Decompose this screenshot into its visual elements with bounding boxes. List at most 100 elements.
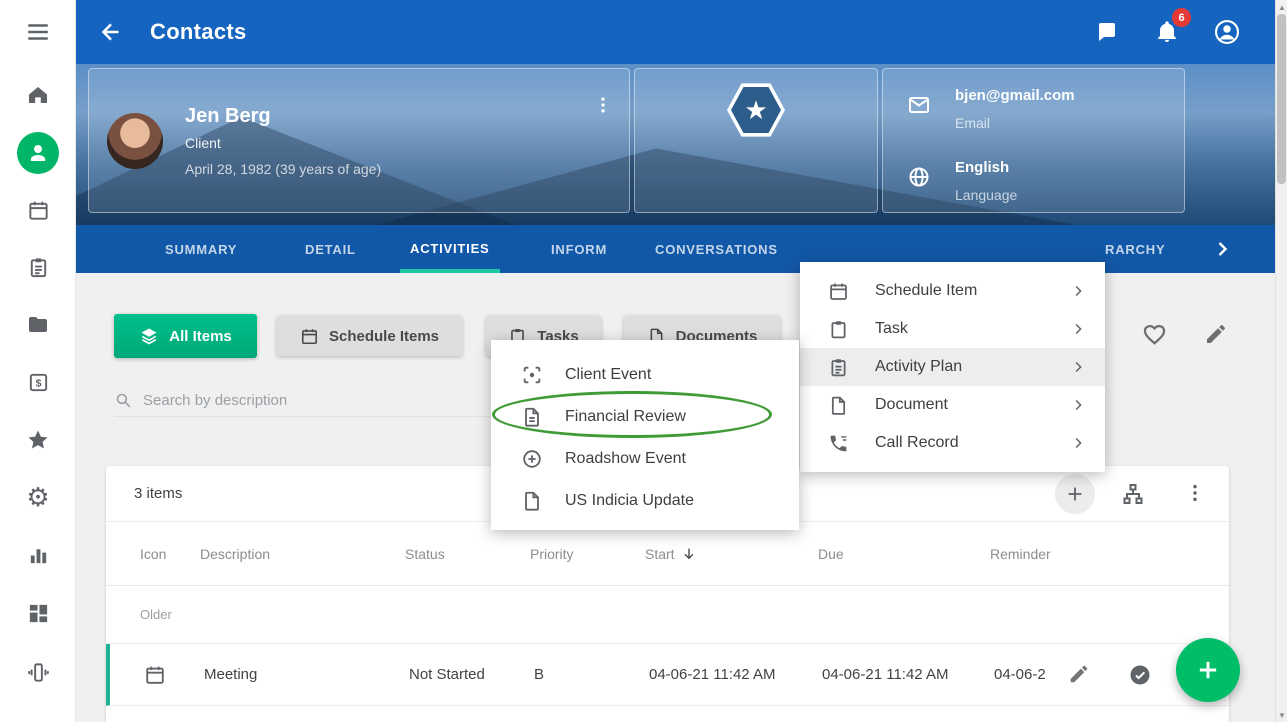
filter-schedule-items-button[interactable]: Schedule Items: [277, 316, 462, 356]
column-description[interactable]: Description: [200, 546, 405, 562]
back-button[interactable]: [98, 19, 124, 45]
add-activity-menu: Schedule Item Task Activity Plan Documen…: [800, 262, 1105, 472]
check-circle-icon: [1128, 663, 1152, 687]
notifications-button[interactable]: 6: [1147, 12, 1187, 52]
column-due[interactable]: Due: [818, 546, 990, 562]
profile-hero: Jen Berg Client April 28, 1982 (39 years…: [76, 64, 1275, 225]
sidebar-item-dashboard[interactable]: [17, 592, 59, 634]
sidebar-item-mobile[interactable]: [17, 651, 59, 693]
folder-icon: [26, 313, 50, 337]
add-item-button[interactable]: [1055, 474, 1095, 514]
calendar-icon: [828, 281, 849, 302]
search-icon: [114, 391, 133, 410]
menu-item-call-record[interactable]: Call Record: [800, 424, 1105, 462]
notification-badge: 6: [1172, 8, 1191, 27]
kebab-icon: [1184, 482, 1206, 504]
clipboard-list-icon: [828, 357, 849, 378]
chevron-right-icon: [1069, 358, 1087, 376]
menu-item-task[interactable]: Task: [800, 310, 1105, 348]
filter-label: Schedule Items: [329, 328, 439, 345]
sidebar-item-contacts[interactable]: [17, 132, 59, 174]
chevron-right-icon: [1069, 282, 1087, 300]
profile-avatar: [107, 113, 163, 169]
column-start[interactable]: Start: [645, 546, 818, 562]
row-edit-button[interactable]: [1068, 663, 1090, 685]
chevron-right-icon: [1210, 237, 1234, 261]
edit-button[interactable]: [1204, 322, 1228, 346]
email-icon: [907, 93, 931, 117]
clipboard-icon: [828, 319, 849, 340]
plus-icon: [1064, 483, 1086, 505]
dollar-document-icon: $: [27, 371, 50, 394]
submenu-item-client-event[interactable]: Client Event: [491, 354, 799, 396]
tabs-scroll-right-button[interactable]: [1210, 237, 1234, 261]
dashboard-icon: [27, 602, 50, 625]
svg-text:$: $: [35, 377, 41, 389]
cell-description: Meeting: [204, 666, 409, 683]
sidebar-item-settings[interactable]: ⚙: [17, 476, 59, 518]
submenu-item-us-indicia-update[interactable]: US Indicia Update: [491, 480, 799, 522]
bar-chart-icon: [27, 544, 50, 567]
top-app-bar: Contacts 6: [76, 0, 1275, 64]
tab-hierarchy-partial[interactable]: RARCHY: [1105, 225, 1165, 273]
tab-summary[interactable]: SUMMARY: [165, 225, 237, 273]
phone-icon: [828, 433, 849, 454]
calendar-icon: [27, 199, 50, 222]
tab-detail[interactable]: DETAIL: [305, 225, 356, 273]
menu-item-document[interactable]: Document: [800, 386, 1105, 424]
submenu-item-roadshow-event[interactable]: Roadshow Event: [491, 438, 799, 480]
scrollbar-thumb[interactable]: [1277, 14, 1286, 184]
vertical-scrollbar[interactable]: ▲ ▼: [1275, 0, 1287, 722]
document-icon: [521, 406, 543, 428]
submenu-item-financial-review[interactable]: Financial Review: [491, 396, 799, 438]
filter-all-items-button[interactable]: All Items: [114, 314, 257, 358]
sidebar-item-billing[interactable]: $: [17, 361, 59, 403]
activity-plan-submenu: Client Event Financial Review Roadshow E…: [491, 340, 799, 530]
hamburger-menu-button[interactable]: [17, 11, 59, 53]
chat-icon: [1095, 20, 1119, 44]
scroll-up-arrow[interactable]: ▲: [1276, 0, 1287, 14]
globe-icon: [907, 165, 931, 189]
badge-card: ★: [634, 68, 878, 213]
hierarchy-icon: [1121, 482, 1145, 506]
language-label: Language: [955, 187, 1017, 203]
tab-inform[interactable]: INFORM: [551, 225, 607, 273]
column-reminder[interactable]: Reminder: [990, 546, 1229, 562]
fab-add-button[interactable]: [1176, 638, 1240, 702]
cell-due: 04-06-21 11:42 AM: [822, 666, 994, 683]
column-priority[interactable]: Priority: [530, 546, 645, 562]
account-button[interactable]: [1207, 12, 1247, 52]
row-complete-button[interactable]: [1128, 663, 1152, 687]
home-icon: [26, 83, 50, 107]
language-value: English: [955, 159, 1009, 176]
menu-item-activity-plan[interactable]: Activity Plan: [800, 348, 1105, 386]
email-label: Email: [955, 115, 990, 131]
group-label: Older: [140, 607, 172, 622]
profile-card-menu-button[interactable]: [589, 91, 617, 119]
column-status[interactable]: Status: [405, 546, 530, 562]
chat-button[interactable]: [1087, 12, 1127, 52]
sort-descending-icon: [681, 546, 697, 562]
sidebar-item-home[interactable]: [17, 74, 59, 116]
menu-item-schedule-item[interactable]: Schedule Item: [800, 272, 1105, 310]
sidebar-item-documents[interactable]: [17, 304, 59, 346]
sidebar-item-reports[interactable]: [17, 534, 59, 576]
sidebar-item-tasks[interactable]: [17, 246, 59, 288]
account-icon: [1213, 18, 1241, 46]
calendar-icon: [300, 327, 319, 346]
list-menu-button[interactable]: [1184, 482, 1206, 504]
star-icon: [26, 428, 50, 452]
chevron-right-icon: [1069, 396, 1087, 414]
group-row-older: Older: [106, 586, 1229, 644]
table-row[interactable]: Meeting Not Started B 04-06-21 11:42 AM …: [106, 644, 1229, 706]
gear-icon: ⚙: [26, 484, 49, 510]
scroll-down-arrow[interactable]: ▼: [1276, 708, 1287, 722]
document-icon: [521, 490, 543, 512]
hierarchy-view-button[interactable]: [1121, 482, 1145, 506]
sidebar-item-favorites[interactable]: [17, 419, 59, 461]
column-icon[interactable]: Icon: [140, 546, 200, 562]
favorite-toggle[interactable]: [1141, 321, 1168, 348]
tab-activities[interactable]: ACTIVITIES: [400, 225, 500, 273]
tab-conversations[interactable]: CONVERSATIONS: [655, 225, 778, 273]
sidebar-item-calendar[interactable]: [17, 189, 59, 231]
